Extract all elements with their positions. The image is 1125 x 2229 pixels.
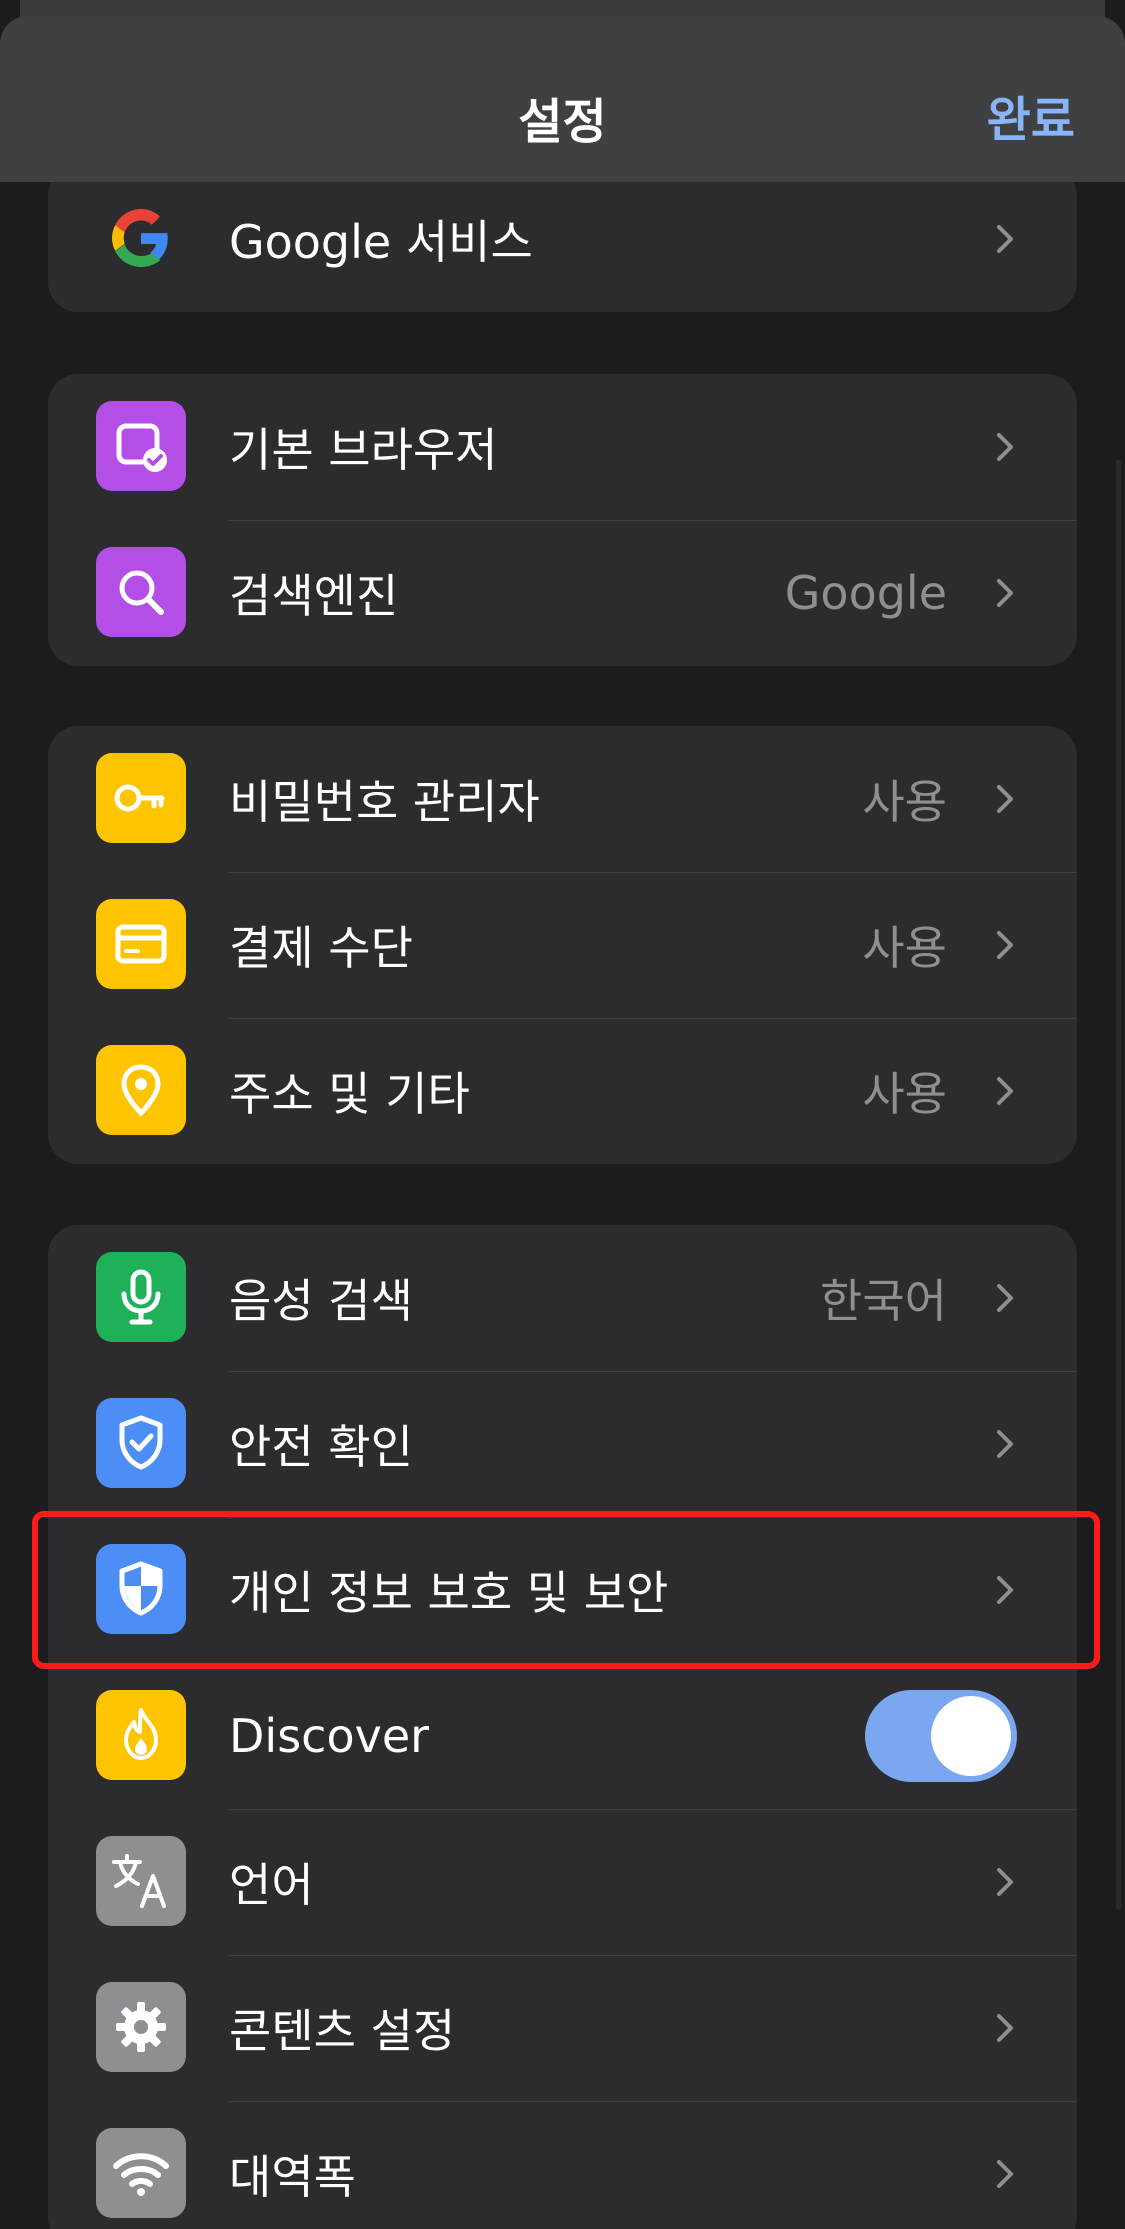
privacy-shield-icon [96, 1544, 186, 1634]
row-label: 대역폭 [229, 2150, 356, 2204]
chevron-right-icon [997, 2160, 1013, 2188]
row-languages[interactable]: 언어 [48, 1809, 1077, 1955]
location-pin-icon [96, 1045, 186, 1135]
wifi-icon [96, 2128, 186, 2218]
chevron-right-icon [997, 225, 1013, 253]
row-value: Google [784, 566, 947, 620]
row-value: 사용 [862, 775, 947, 829]
row-addresses[interactable]: 주소 및 기타 사용 [48, 1018, 1077, 1164]
row-label: 주소 및 기타 [229, 1067, 470, 1121]
toggle-knob [931, 1696, 1011, 1776]
microphone-icon [96, 1252, 186, 1342]
row-content-settings[interactable]: 콘텐츠 설정 [48, 1955, 1077, 2101]
row-password-manager[interactable]: 비밀번호 관리자 사용 [48, 726, 1077, 872]
row-discover: Discover [48, 1663, 1077, 1809]
chevron-right-icon [997, 1576, 1013, 1604]
chevron-right-icon [997, 2014, 1013, 2042]
shield-check-icon [96, 1398, 186, 1488]
settings-group-google: Google 서비스 [48, 166, 1077, 312]
chevron-right-icon [997, 1284, 1013, 1312]
row-payment-methods[interactable]: 결제 수단 사용 [48, 872, 1077, 1018]
row-privacy-security[interactable]: 개인 정보 보호 및 보안 [48, 1517, 1077, 1663]
page-title: 설정 [518, 94, 607, 150]
done-button[interactable]: 완료 [987, 80, 1075, 150]
scrollbar[interactable] [1116, 460, 1121, 1910]
row-label: 기본 브라우저 [229, 423, 498, 477]
row-label: 언어 [229, 1858, 314, 1912]
gear-icon [96, 1982, 186, 2072]
row-label: 개인 정보 보호 및 보안 [229, 1566, 669, 1620]
row-label: 비밀번호 관리자 [229, 775, 540, 829]
navigation-bar: 설정 완료 [0, 16, 1125, 182]
chevron-right-icon [997, 579, 1013, 607]
discover-toggle[interactable] [865, 1690, 1017, 1782]
row-label: 안전 확인 [229, 1420, 413, 1474]
row-safety-check[interactable]: 안전 확인 [48, 1371, 1077, 1517]
row-label: 결제 수단 [229, 921, 413, 975]
search-icon [96, 547, 186, 637]
google-g-icon [96, 193, 186, 283]
row-voice-search[interactable]: 음성 검색 한국어 [48, 1225, 1077, 1371]
settings-group-autofill: 비밀번호 관리자 사용 결제 수단 사용 주소 및 기타 사용 [48, 726, 1077, 1164]
row-value: 한국어 [820, 1274, 947, 1328]
row-label: 검색엔진 [229, 569, 399, 623]
chevron-right-icon [997, 1430, 1013, 1458]
row-label: 콘텐츠 설정 [229, 2004, 456, 2058]
chevron-right-icon [997, 931, 1013, 959]
credit-card-icon [96, 899, 186, 989]
settings-list[interactable]: Google 서비스 기본 브라우저 검색엔진 Google 비밀번호 관리자 … [0, 0, 1125, 2229]
row-search-engine[interactable]: 검색엔진 Google [48, 520, 1077, 666]
row-default-browser[interactable]: 기본 브라우저 [48, 374, 1077, 520]
row-label: Google 서비스 [229, 215, 533, 269]
row-value: 사용 [862, 921, 947, 975]
chevron-right-icon [997, 1077, 1013, 1105]
key-icon [96, 753, 186, 843]
settings-group-browser: 기본 브라우저 검색엔진 Google [48, 374, 1077, 666]
row-label: Discover [229, 1709, 430, 1763]
translate-icon [96, 1836, 186, 1926]
row-google-services[interactable]: Google 서비스 [48, 166, 1077, 312]
row-label: 음성 검색 [229, 1274, 413, 1328]
discover-flame-icon [96, 1690, 186, 1780]
chevron-right-icon [997, 1868, 1013, 1896]
chevron-right-icon [997, 433, 1013, 461]
row-value: 사용 [862, 1067, 947, 1121]
row-bandwidth[interactable]: 대역폭 [48, 2101, 1077, 2229]
default-browser-icon [96, 401, 186, 491]
settings-group-advanced: 음성 검색 한국어 안전 확인 개인 정보 보호 및 보안 Discover 언… [48, 1225, 1077, 2229]
chevron-right-icon [997, 785, 1013, 813]
